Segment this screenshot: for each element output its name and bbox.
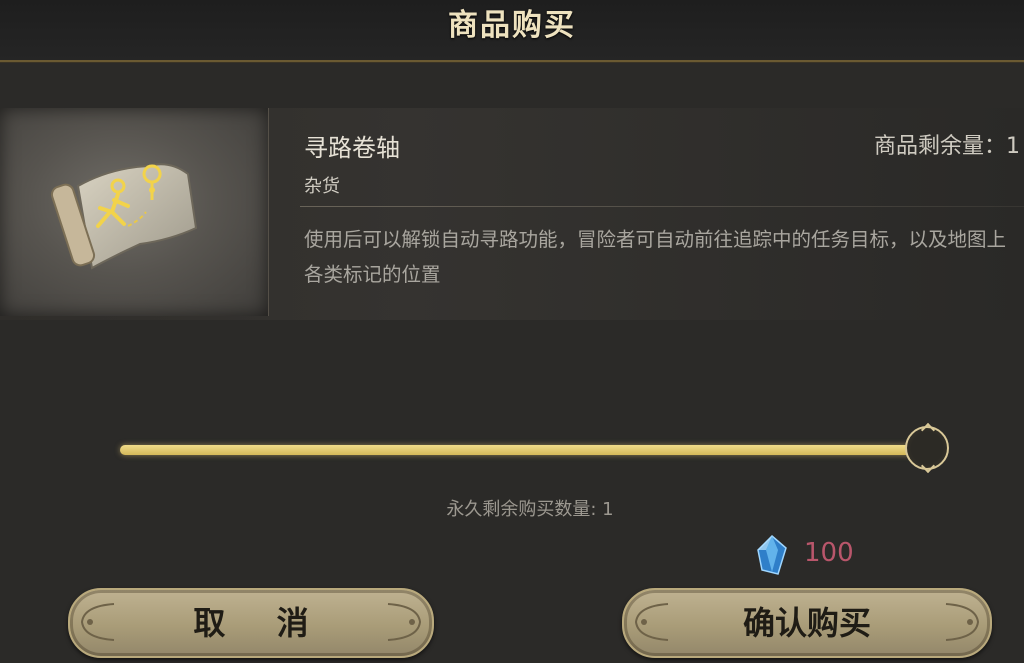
quantity-slider-track[interactable]	[120, 445, 920, 455]
confirm-button-label: 确认购买	[742, 604, 871, 642]
price-value: 100	[804, 538, 854, 568]
dialog-header: 商品购买	[0, 0, 1024, 62]
ornament-icon	[634, 603, 669, 641]
ornament-icon	[80, 603, 115, 641]
quantity-slider-fill	[120, 445, 920, 455]
item-name: 寻路卷轴	[304, 134, 400, 162]
cancel-button-label: 取 消	[193, 604, 329, 642]
ornament-icon	[387, 603, 422, 641]
confirm-purchase-button[interactable]: 确认购买	[622, 588, 992, 658]
item-description: 使用后可以解锁自动寻路功能，冒险者可自动前往追踪中的任务目标，以及地图上各类标记…	[304, 228, 1007, 286]
cancel-button[interactable]: 取 消	[68, 588, 434, 658]
stock-remaining: 商品剩余量：1	[874, 134, 1020, 159]
ornament-icon	[945, 603, 980, 641]
quantity-slider-handle[interactable]	[905, 426, 949, 470]
item-category: 杂货	[304, 176, 340, 197]
item-image	[0, 108, 269, 316]
map-scroll-icon	[50, 163, 198, 270]
divider	[300, 206, 1024, 207]
remaining-purchase-count: 永久剩余购买数量: 1	[446, 499, 614, 520]
dialog-title: 商品购买	[448, 8, 576, 43]
blue-crystal-icon	[757, 534, 787, 575]
